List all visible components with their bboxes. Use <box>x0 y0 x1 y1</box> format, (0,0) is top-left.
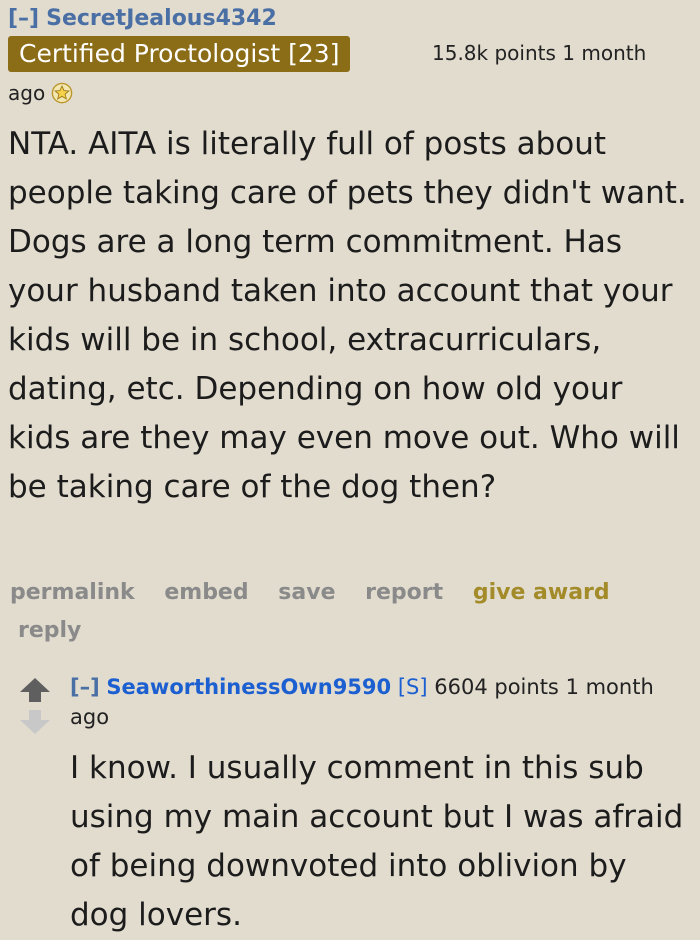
upvote-arrow-icon[interactable] <box>18 676 52 704</box>
comment-score: 15.8k points <box>432 41 556 65</box>
reply-tagline: [–] SeaworthinessOwn9590 [S] 6604 points… <box>70 672 690 732</box>
comment-author[interactable]: SecretJealous4342 <box>46 6 277 31</box>
reply-body: I know. I usually comment in this sub us… <box>70 750 684 933</box>
comment-time-continued: ago <box>8 81 46 105</box>
reply-collapse-toggle[interactable]: [–] <box>70 675 100 699</box>
comment-body: NTA. AITA is literally full of posts abo… <box>8 126 687 505</box>
comment-tagline: [–] SecretJealous4342 <box>0 0 700 34</box>
downvote-arrow-icon[interactable] <box>18 708 52 736</box>
user-flair: Certified Proctologist [23] <box>8 36 351 72</box>
submitter-tag[interactable]: [S] <box>398 675 428 699</box>
reply-score: 6604 points <box>434 675 559 699</box>
report-link[interactable]: report <box>365 580 443 605</box>
save-link[interactable]: save <box>278 580 335 605</box>
permalink-link[interactable]: permalink <box>10 580 135 605</box>
comment-buttons: permalink embed save report give award r… <box>10 574 690 650</box>
vote-arrows <box>18 676 52 736</box>
give-award-link[interactable]: give award <box>473 580 610 605</box>
star-award-icon[interactable] <box>51 82 73 104</box>
score-time-continued: ago <box>8 78 73 108</box>
score-time: 15.8k points 1 month <box>432 38 646 68</box>
embed-link[interactable]: embed <box>164 580 248 605</box>
collapse-toggle[interactable]: [–] <box>8 6 39 31</box>
comment: [–] SecretJealous4342 Certified Proctolo… <box>0 0 700 643</box>
comment-time: 1 month <box>562 41 647 65</box>
reply-link[interactable]: reply <box>18 612 668 650</box>
reply-author[interactable]: SeaworthinessOwn9590 <box>106 675 391 699</box>
